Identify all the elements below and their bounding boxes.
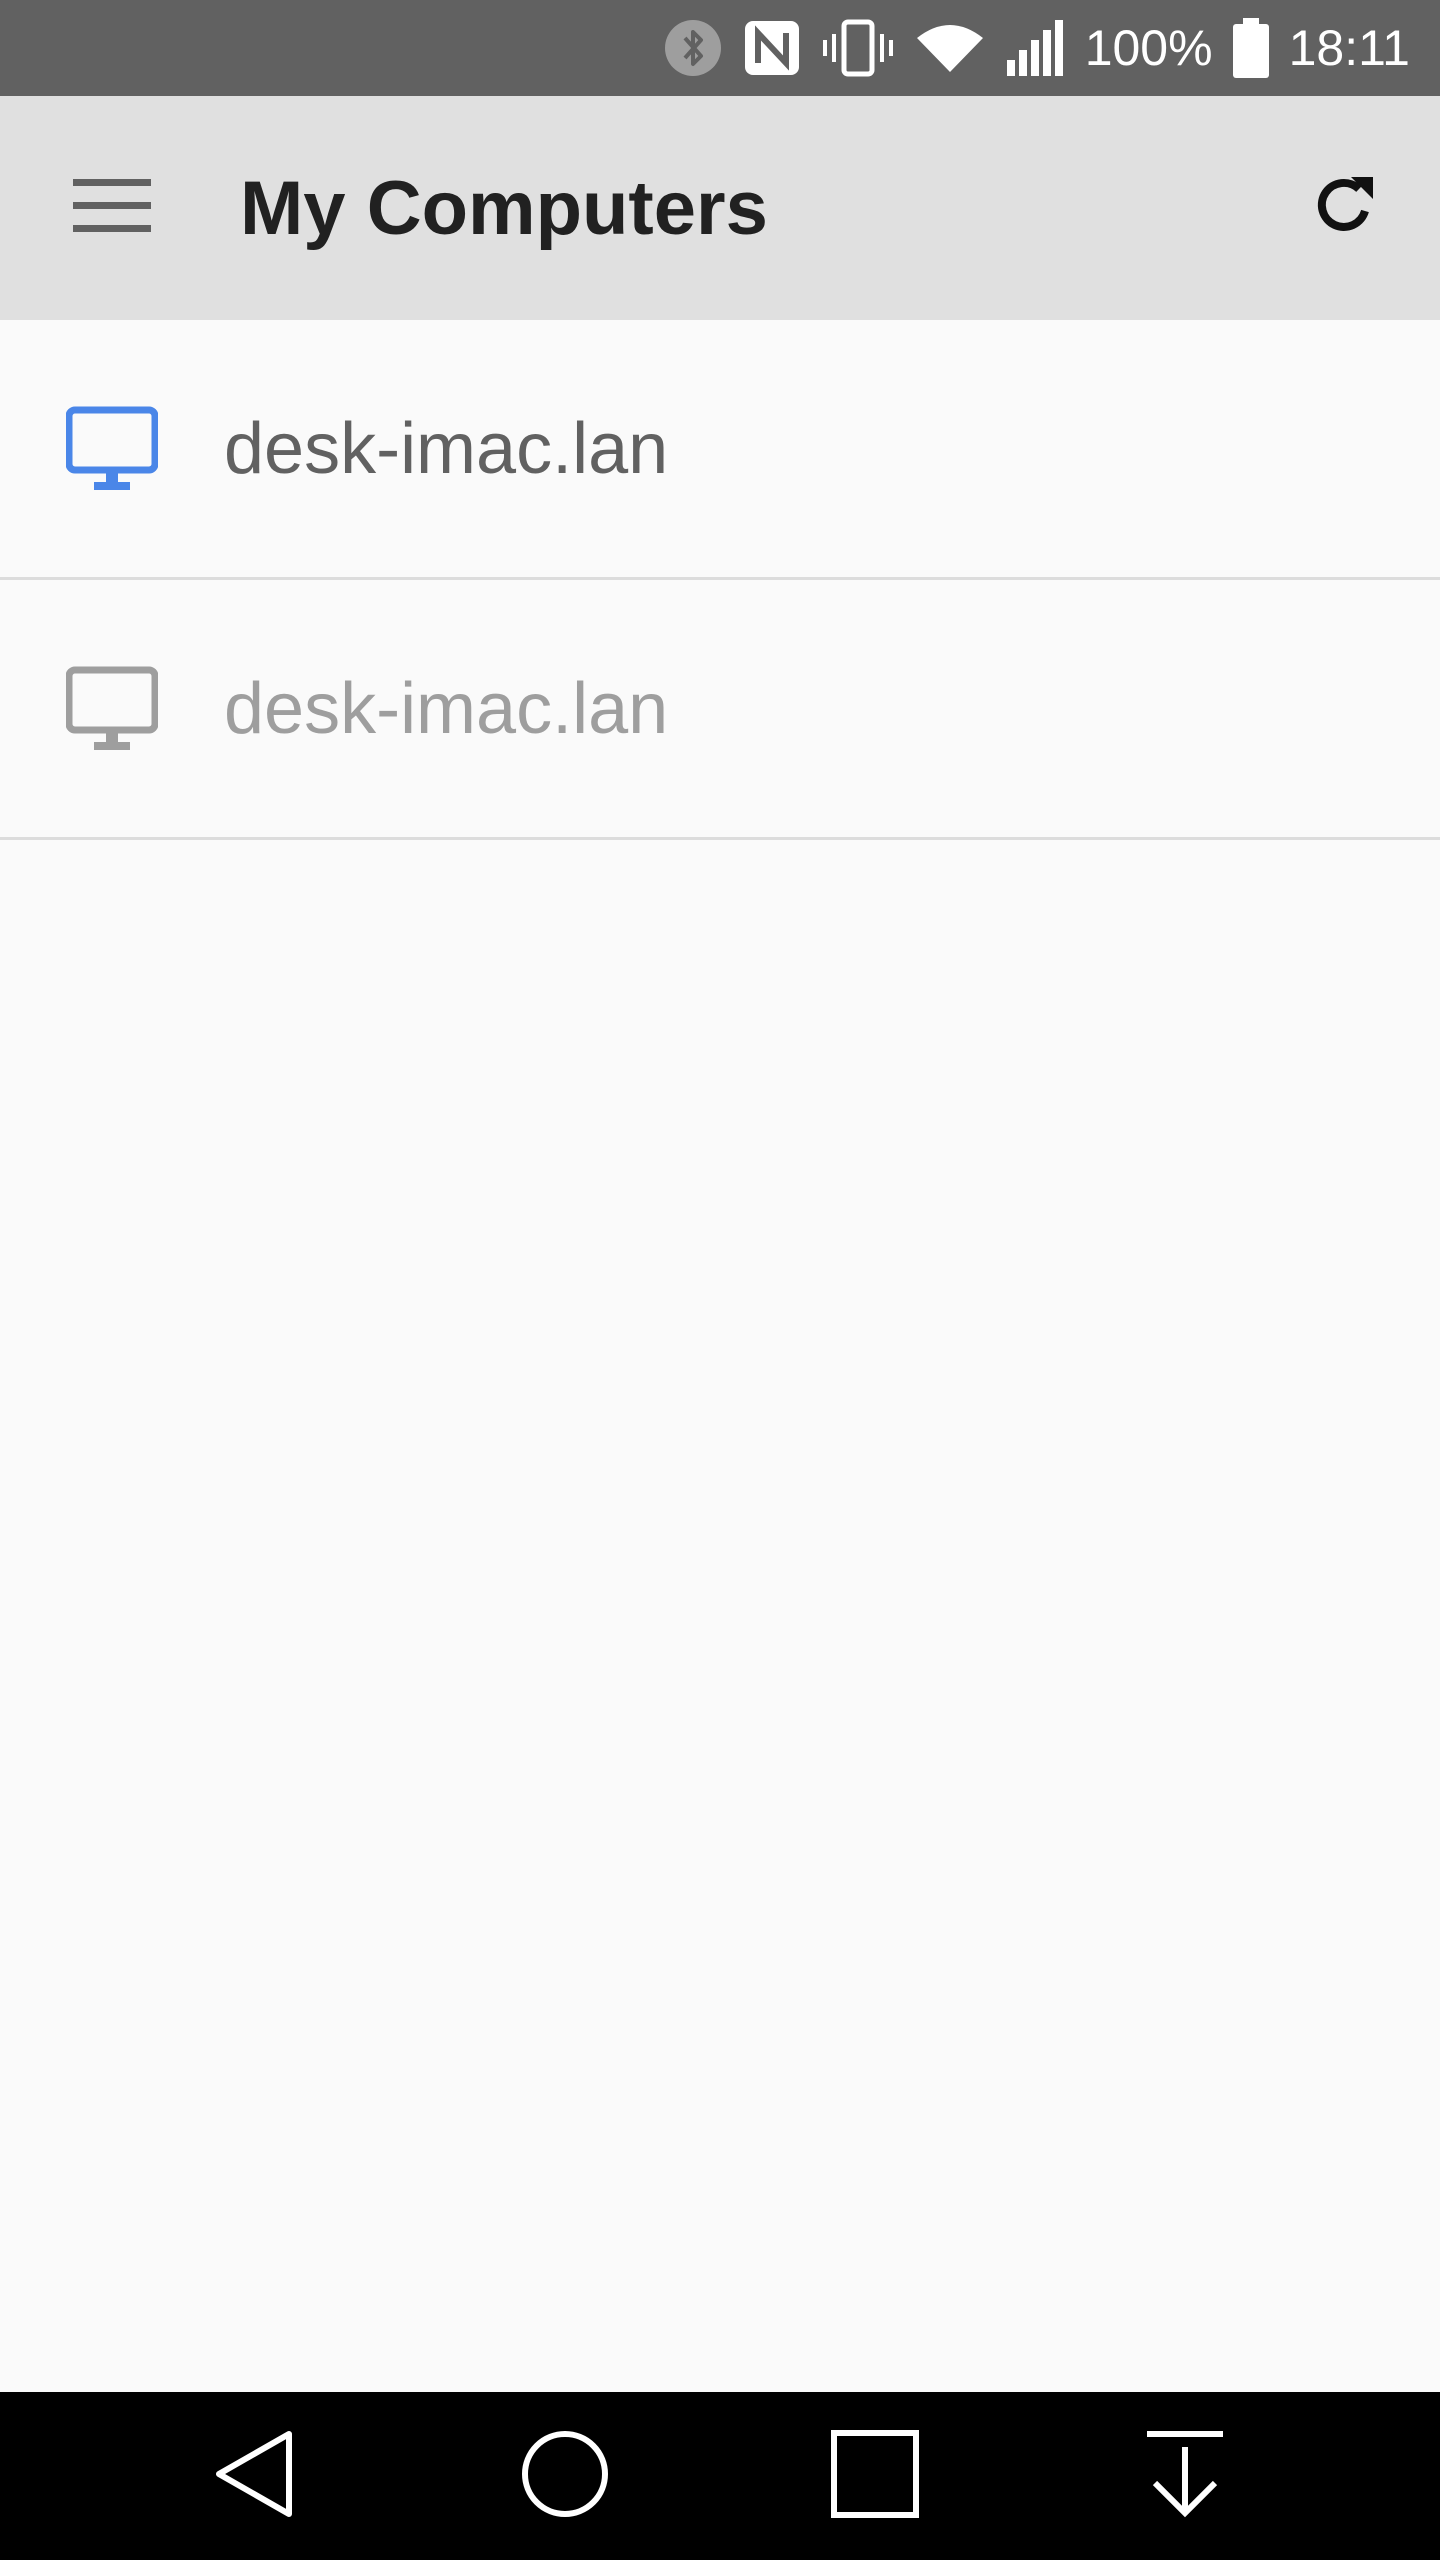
refresh-button[interactable] bbox=[1288, 152, 1400, 264]
computer-item-online[interactable]: desk-imac.lan bbox=[0, 320, 1440, 580]
status-bar: 100% 18:11 bbox=[0, 0, 1440, 96]
home-icon bbox=[520, 2429, 610, 2524]
battery-percent: 100% bbox=[1084, 20, 1213, 76]
signal-icon bbox=[1005, 18, 1065, 78]
page-title: My Computers bbox=[240, 165, 768, 251]
desktop-monitor-icon bbox=[65, 406, 159, 498]
wifi-icon bbox=[915, 20, 985, 76]
back-button[interactable] bbox=[175, 2406, 335, 2546]
computer-list: desk-imac.lan desk-imac.lan bbox=[0, 320, 1440, 840]
nfc-icon bbox=[743, 19, 801, 77]
computer-name: desk-imac.lan bbox=[224, 408, 669, 489]
computer-item-offline[interactable]: desk-imac.lan bbox=[0, 580, 1440, 840]
navigation-bar bbox=[0, 2392, 1440, 2560]
vibrate-icon bbox=[821, 18, 895, 78]
clock: 18:11 bbox=[1288, 20, 1410, 76]
refresh-icon bbox=[1309, 171, 1379, 246]
hamburger-menu-icon bbox=[73, 178, 151, 238]
computer-name: desk-imac.lan bbox=[224, 668, 669, 749]
bluetooth-icon bbox=[663, 18, 723, 78]
home-button[interactable] bbox=[485, 2406, 645, 2546]
recents-button[interactable] bbox=[795, 2406, 955, 2546]
app-bar: My Computers bbox=[0, 96, 1440, 320]
recents-icon bbox=[830, 2429, 920, 2524]
notification-down-icon bbox=[1143, 2429, 1227, 2524]
desktop-monitor-icon bbox=[65, 666, 159, 758]
battery-icon bbox=[1232, 18, 1269, 78]
back-icon bbox=[213, 2429, 297, 2524]
notification-button[interactable] bbox=[1105, 2406, 1265, 2546]
menu-button[interactable] bbox=[48, 158, 176, 258]
